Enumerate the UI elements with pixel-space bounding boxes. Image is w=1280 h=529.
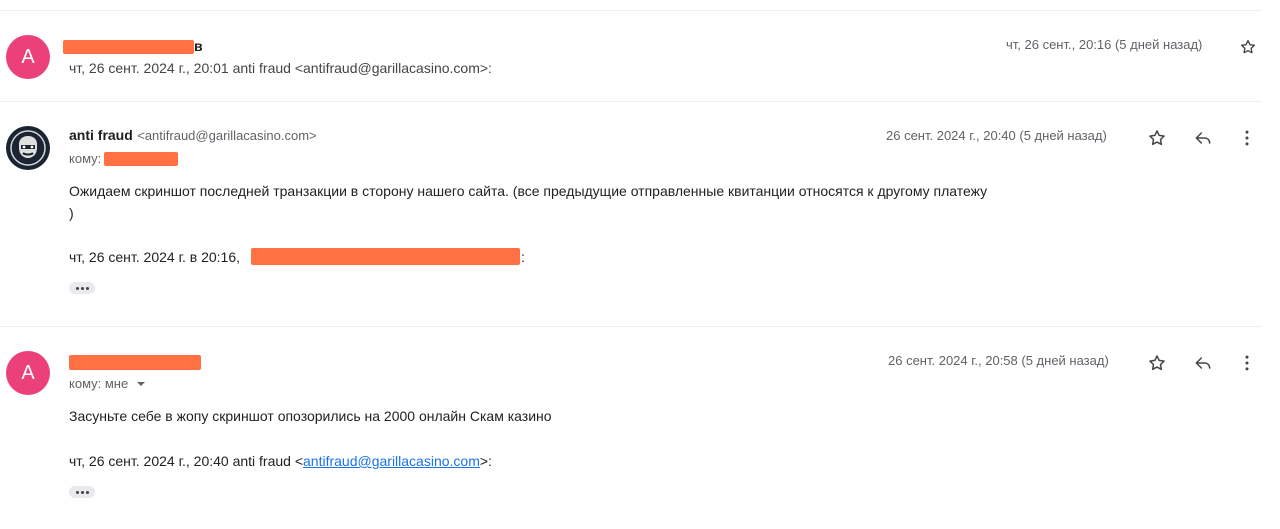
star-icon[interactable] bbox=[1236, 35, 1260, 59]
show-trimmed-content-button[interactable] bbox=[69, 486, 95, 498]
avatar: A bbox=[6, 351, 50, 395]
quote-prefix: чт, 26 сент. 2024 г., 20:40 anti fraud < bbox=[69, 453, 304, 469]
message-date: чт, 26 сент., 20:16 (5 дней назад) bbox=[1006, 37, 1203, 52]
reply-icon[interactable] bbox=[1191, 351, 1215, 375]
avatar: A bbox=[6, 35, 50, 79]
star-icon[interactable] bbox=[1145, 126, 1169, 150]
redacted-sender-name bbox=[63, 40, 194, 54]
caret-down-icon bbox=[136, 376, 146, 391]
avatar bbox=[6, 126, 50, 170]
star-icon[interactable] bbox=[1145, 351, 1169, 375]
avatar-letter: A bbox=[21, 45, 35, 68]
sender-email: <antifraud@garillacasino.com> bbox=[137, 128, 317, 143]
sender-line: anti fraud <antifraud@garillacasino.com> bbox=[69, 127, 317, 145]
gorilla-logo-icon bbox=[7, 127, 49, 169]
quote-header: чт, 26 сент. 2024 г. в 20:16, bbox=[69, 249, 240, 265]
message-body-line: ) bbox=[69, 205, 74, 221]
sender-name: anti fraud bbox=[69, 127, 133, 143]
divider bbox=[0, 10, 1262, 11]
quote-suffix: >: bbox=[479, 453, 492, 469]
message-body-line: Ожидаем скриншот последней транзакции в … bbox=[69, 183, 988, 199]
quote-suffix: : bbox=[521, 249, 525, 265]
recipient-dropdown[interactable]: кому: мне bbox=[69, 376, 146, 391]
show-trimmed-content-button[interactable] bbox=[69, 282, 95, 294]
redacted-quote-sender bbox=[251, 248, 520, 265]
more-vert-icon[interactable] bbox=[1235, 351, 1259, 375]
reply-icon[interactable] bbox=[1191, 126, 1215, 150]
message-snippet: чт, 26 сент. 2024 г., 20:01 anti fraud <… bbox=[69, 60, 492, 76]
quote-email-link[interactable]: antifraud@garillacasino.com bbox=[303, 453, 480, 469]
message-date: 26 сент. 2024 г., 20:40 (5 дней назад) bbox=[886, 128, 1107, 143]
recipient-label: кому: мне bbox=[69, 376, 129, 391]
redacted-recipient bbox=[104, 152, 178, 166]
divider bbox=[0, 326, 1262, 327]
sender-name-fragment: в bbox=[194, 38, 203, 54]
quote-header: чт, 26 сент. 2024 г., 20:40 anti fraud <… bbox=[69, 453, 492, 469]
more-vert-icon[interactable] bbox=[1235, 126, 1259, 150]
divider bbox=[0, 101, 1262, 102]
avatar-letter: A bbox=[21, 361, 35, 384]
recipient-label: кому: bbox=[69, 151, 102, 166]
redacted-sender-name bbox=[69, 355, 201, 370]
message-date: 26 сент. 2024 г., 20:58 (5 дней назад) bbox=[888, 353, 1109, 368]
message-body: Засуньте себе в жопу скриншот опозорилис… bbox=[69, 408, 552, 424]
quote-prefix: чт, 26 сент. 2024 г. в 20:16, bbox=[69, 249, 241, 265]
